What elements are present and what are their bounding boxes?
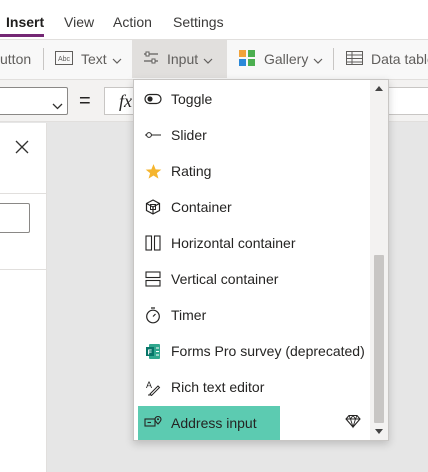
menu-item-slider[interactable]: Slider — [138, 118, 372, 152]
input-button-label: Input — [167, 51, 199, 67]
menu-item-forms-pro-survey[interactable]: F Forms Pro survey (deprecated) — [138, 334, 372, 368]
menu-item-label: Timer — [171, 307, 207, 323]
premium-diamond-icon — [345, 413, 361, 429]
chevron-down-icon — [203, 51, 213, 67]
text-button[interactable]: Abc Text — [55, 40, 122, 78]
menu-item-label: Forms Pro survey (deprecated) — [171, 343, 365, 359]
timer-icon — [144, 306, 162, 324]
menu-item-container[interactable]: Container — [138, 190, 372, 224]
text-label-icon: Abc — [55, 50, 73, 68]
tab-view[interactable]: View — [64, 14, 94, 30]
menu-item-label: Rating — [171, 163, 212, 179]
menu-item-label: Vertical container — [171, 271, 279, 287]
table-icon — [346, 50, 363, 68]
ribbon-toolbar: utton Abc Text Input Gallery Data table — [0, 40, 428, 80]
gallery-button[interactable]: Gallery — [238, 40, 323, 78]
input-icon — [143, 50, 159, 69]
star-icon — [144, 162, 162, 180]
menu-item-label: Horizontal container — [171, 235, 296, 251]
ribbon-divider — [333, 48, 334, 70]
text-button-label: Text — [81, 51, 107, 67]
scrollbar-thumb[interactable] — [374, 255, 384, 423]
toggle-icon — [144, 90, 162, 108]
left-pane — [0, 123, 47, 472]
tab-settings[interactable]: Settings — [173, 14, 224, 30]
active-tab-indicator — [0, 34, 44, 37]
ribbon-divider — [43, 48, 44, 70]
divider — [0, 193, 46, 194]
close-icon[interactable] — [13, 138, 31, 156]
rich-text-icon: A — [144, 378, 162, 396]
menu-item-label: Rich text editor — [171, 379, 265, 395]
data-table-button[interactable]: Data table — [346, 40, 428, 78]
button-control-button[interactable]: utton — [0, 40, 31, 78]
tab-action[interactable]: Action — [113, 14, 152, 30]
input-button[interactable]: Input — [132, 40, 227, 78]
menu-item-toggle[interactable]: Toggle — [138, 82, 372, 116]
svg-text:A: A — [146, 380, 152, 390]
svg-text:Abc: Abc — [58, 56, 71, 63]
fx-icon: fx — [119, 91, 132, 111]
property-dropdown[interactable] — [0, 87, 68, 115]
scroll-up-arrow-icon[interactable] — [375, 86, 383, 91]
menu-item-label: Container — [171, 199, 232, 215]
menu-item-rating[interactable]: Rating — [138, 154, 372, 188]
equals-sign: = — [79, 90, 91, 112]
menu-item-address-input[interactable]: Address input — [138, 406, 280, 440]
search-input[interactable] — [0, 203, 30, 233]
menu-item-rich-text-editor[interactable]: A Rich text editor — [138, 370, 372, 404]
data-table-label: Data table — [371, 51, 428, 67]
vertical-container-icon — [144, 270, 162, 288]
button-label: utton — [0, 51, 32, 67]
menu-item-timer[interactable]: Timer — [138, 298, 372, 332]
menu-item-vertical-container[interactable]: Vertical container — [138, 262, 372, 296]
menu-item-label: Slider — [171, 127, 207, 143]
menu-item-horizontal-container[interactable]: Horizontal container — [138, 226, 372, 260]
chevron-down-icon — [313, 51, 323, 67]
divider — [0, 269, 46, 270]
tab-insert[interactable]: Insert — [6, 14, 44, 30]
menu-item-label: Toggle — [171, 91, 213, 107]
svg-text:F: F — [148, 349, 153, 356]
slider-icon — [144, 126, 162, 144]
container-icon — [144, 198, 162, 216]
address-input-icon — [144, 414, 162, 432]
chevron-down-icon — [52, 97, 63, 115]
scroll-down-arrow-icon[interactable] — [375, 429, 383, 434]
horizontal-container-icon — [144, 234, 162, 252]
gallery-button-label: Gallery — [264, 51, 309, 67]
forms-pro-icon: F — [144, 342, 162, 360]
gallery-icon — [238, 49, 256, 70]
menu-bar: Insert View Action Settings — [0, 0, 428, 40]
chevron-down-icon — [112, 51, 122, 67]
input-dropdown-menu: Toggle Slider Rating Container Horizonta… — [133, 79, 389, 441]
menu-item-label: Address input — [171, 415, 257, 431]
